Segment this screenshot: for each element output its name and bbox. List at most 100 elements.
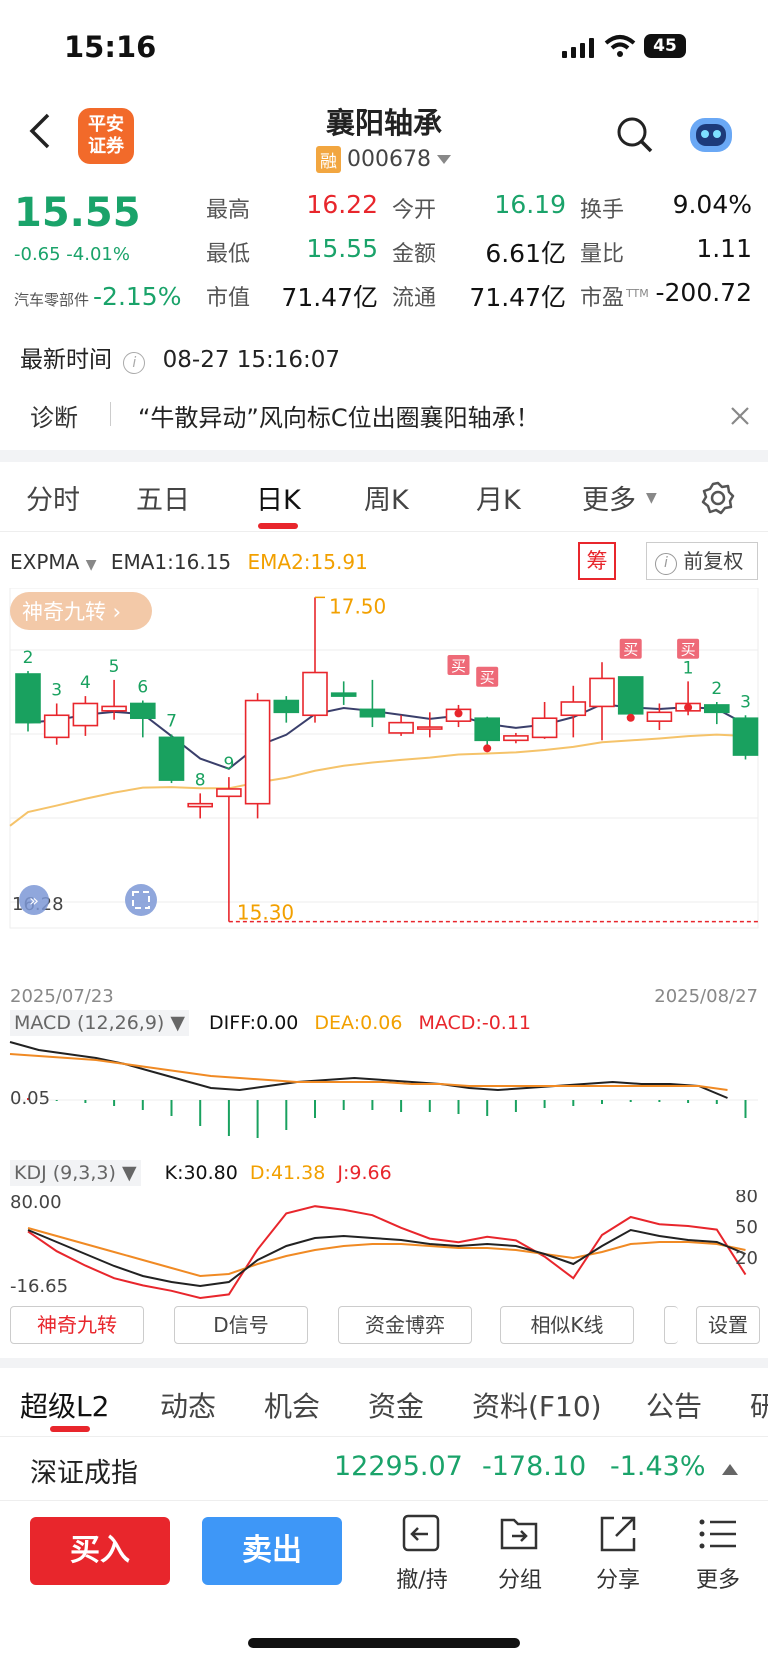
kdj-legend: KDJ (9,3,3) ▼ K:30.80 D:41.38 J:9.66 — [10, 1160, 392, 1186]
ema2-line — [9, 733, 746, 827]
tab-chance[interactable]: 机会 — [264, 1385, 320, 1425]
info-icon: i — [655, 553, 677, 575]
kdj-ref-50: 50 — [735, 1217, 758, 1238]
sector-change[interactable]: 汽车零部件 -2.15% — [14, 282, 181, 311]
macd-diff: DIFF:0.00 — [209, 1012, 299, 1034]
candle[interactable] — [503, 735, 529, 742]
indicator-select[interactable]: EXPMA ▼ — [10, 550, 96, 574]
undo-hold-button[interactable]: 撤/持 — [382, 1512, 462, 1594]
macd-select[interactable]: MACD (12,26,9) ▼ — [10, 1010, 189, 1036]
quote-value: 16.22 — [306, 190, 378, 219]
kdj-chart[interactable]: 80.00 -16.65 80 50 20 — [0, 1190, 768, 1302]
candle[interactable] — [531, 717, 558, 739]
quote-label: 市值 — [206, 286, 251, 311]
candle[interactable] — [732, 717, 759, 756]
d-signal-button[interactable]: D信号 — [174, 1306, 308, 1344]
candle[interactable] — [474, 717, 501, 742]
candle[interactable] — [617, 676, 644, 715]
nine-turn-number: 3 — [740, 692, 751, 712]
candle[interactable] — [359, 708, 386, 718]
hidden-button[interactable] — [664, 1306, 678, 1344]
macd-diff-line — [9, 1041, 728, 1099]
tab-2[interactable]: 日K — [256, 478, 301, 517]
candle[interactable] — [560, 701, 587, 717]
nine-turn-number: 9 — [223, 754, 234, 774]
caret-up-icon[interactable] — [722, 1463, 738, 1475]
kline-chart[interactable]: 2345678912317.5015.3016.28买买买买神奇九转 ›»202… — [0, 588, 768, 1008]
info-icon[interactable]: i — [123, 352, 146, 374]
candle[interactable] — [158, 736, 185, 781]
kdj-ref-20: 20 — [735, 1248, 758, 1269]
candle[interactable] — [15, 673, 41, 724]
group-button[interactable]: 分组 — [480, 1512, 560, 1594]
quote-label: 量比 — [580, 242, 625, 267]
tab-0[interactable]: 分时 — [26, 478, 80, 517]
candle[interactable] — [273, 699, 300, 714]
nine-turn-pill-label: 神奇九转 › — [22, 600, 121, 624]
tab-5[interactable]: 更多 — [582, 478, 636, 517]
fund-game-button[interactable]: 资金博弈 — [338, 1306, 472, 1344]
tab-4[interactable]: 月K — [476, 478, 521, 517]
tab-super-l2[interactable]: 超级L2 — [20, 1385, 109, 1425]
candle[interactable] — [416, 726, 443, 730]
chip-button[interactable]: 筹 — [578, 542, 616, 580]
quote-value: 9.04% — [672, 190, 752, 219]
quote-value: 1.11 — [696, 234, 752, 263]
sell-button[interactable]: 卖出 — [202, 1517, 342, 1585]
close-icon[interactable] — [730, 406, 750, 426]
candle[interactable] — [589, 677, 615, 708]
candle[interactable] — [130, 702, 156, 720]
tab-news[interactable]: 动态 — [160, 1385, 216, 1425]
rong-badge: 融 — [316, 146, 341, 173]
candle[interactable] — [302, 671, 328, 717]
quote-label: 市盈 TTM — [580, 286, 649, 311]
adjust-selector[interactable]: i 前复权 — [646, 542, 758, 580]
ttm-superscript: TTM — [626, 286, 649, 300]
diagnosis-bar[interactable]: 诊断 “牛散异动”风向标C位出圈襄阳轴承！ — [0, 376, 768, 440]
battery-level: 45 — [653, 36, 677, 56]
kdj-axis-top: 80.00 — [10, 1192, 62, 1213]
battery-icon: 45 — [644, 34, 686, 58]
tab-3[interactable]: 周K — [364, 478, 409, 517]
candle[interactable] — [187, 802, 213, 808]
separator — [0, 450, 768, 462]
tab-fund[interactable]: 资金 — [368, 1385, 424, 1425]
tab-f10[interactable]: 资料(F10) — [472, 1385, 602, 1425]
candle[interactable] — [330, 692, 357, 697]
tab-1[interactable]: 五日 — [136, 478, 190, 517]
update-time-row: 最新时间 i 08-27 15:16:07 — [20, 340, 340, 374]
active-tab-indicator — [258, 523, 298, 529]
robot-assistant-icon[interactable] — [686, 112, 736, 156]
macd-macd: MACD:-0.11 — [418, 1012, 531, 1034]
share-button[interactable]: 分享 — [578, 1512, 658, 1594]
settings-icon[interactable] — [700, 480, 736, 516]
candle[interactable] — [646, 711, 673, 722]
fullscreen-icon[interactable] — [125, 884, 157, 916]
nine-turn-button[interactable]: 神奇九转 — [10, 1306, 144, 1344]
settings-button[interactable]: 设置 — [696, 1306, 760, 1344]
divider — [110, 402, 111, 426]
buy-button[interactable]: 买入 — [30, 1517, 170, 1585]
share-label: 分享 — [595, 1568, 640, 1593]
more-button[interactable]: 更多 — [678, 1512, 758, 1594]
sector-change-value: -2.15% — [93, 282, 182, 311]
candle[interactable] — [72, 702, 99, 727]
candle[interactable] — [388, 721, 414, 734]
candle[interactable] — [703, 704, 730, 714]
similar-kline-button[interactable]: 相似K线 — [500, 1306, 634, 1344]
candle[interactable] — [244, 699, 271, 805]
signal-dot — [626, 713, 635, 722]
stock-code-selector[interactable]: 融 000678 — [316, 146, 451, 173]
candle[interactable] — [216, 788, 242, 798]
candle[interactable] — [43, 714, 70, 739]
update-label: 最新时间 — [20, 347, 112, 373]
macd-dea-line — [9, 1053, 728, 1091]
candle[interactable] — [101, 705, 127, 712]
index-bar[interactable]: 深证成指 12295.07 -178.10 -1.43% — [0, 1436, 768, 1498]
kdj-select[interactable]: KDJ (9,3,3) ▼ — [10, 1160, 141, 1186]
tab-notice[interactable]: 公告 — [646, 1385, 702, 1425]
macd-chart[interactable]: 0.05 — [0, 1040, 768, 1145]
search-icon[interactable] — [616, 116, 654, 154]
macd-name: MACD (12,26,9) — [14, 1012, 165, 1034]
tab-research[interactable]: 研 — [750, 1385, 768, 1425]
